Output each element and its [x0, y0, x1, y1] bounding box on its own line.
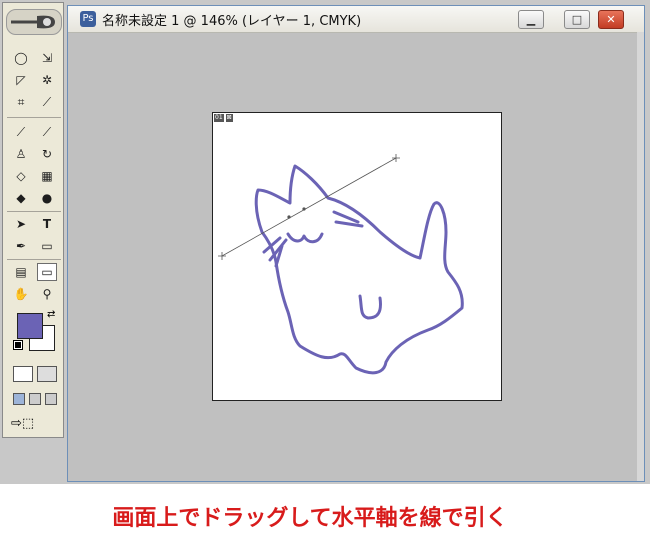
close-button[interactable]: ✕	[598, 10, 624, 29]
minimize-button[interactable]: ▁	[518, 10, 544, 29]
foreground-color-swatch[interactable]	[17, 313, 43, 339]
standard-mode-button[interactable]	[13, 366, 33, 382]
lasso-icon[interactable]: ◸	[11, 71, 31, 89]
toolbox-divider	[7, 117, 61, 118]
toolbox-header[interactable]	[6, 9, 62, 35]
window-title: 名称未設定 1 @ 146% (レイヤー 1, CMYK)	[102, 14, 362, 29]
path-select-icon[interactable]: ➤	[11, 215, 31, 233]
shape-icon[interactable]: ▭	[37, 237, 57, 255]
eraser-icon[interactable]: ◇	[11, 167, 31, 185]
toolbox-panel: ◯ ⇲ ◸ ✲ ⌗ ⟋ ⟋ ⟋ ♙ ↻ ◇ ▦ ◆ ● ➤ T ✒ ▭ ▤ ▭ …	[2, 2, 64, 438]
notes-icon[interactable]: ▤	[11, 263, 31, 281]
move-select-icon[interactable]: ⇲	[37, 49, 57, 67]
screen-mode-full-menu-button[interactable]	[29, 393, 41, 405]
gradient-icon[interactable]: ▦	[37, 167, 57, 185]
magic-wand-icon[interactable]: ✲	[37, 71, 57, 89]
window-right-border	[637, 32, 644, 481]
canvas-badge-close-icon: ⊠	[225, 114, 233, 122]
instruction-caption: 画面上でドラッグして水平軸を線で引く	[112, 506, 508, 531]
measure-icon[interactable]: ▭	[37, 263, 57, 281]
feather-logo-icon	[11, 15, 55, 29]
brush-icon[interactable]: ⟋	[37, 123, 57, 141]
swap-colors-icon[interactable]: ⇄	[47, 309, 55, 320]
default-colors-icon[interactable]	[13, 340, 23, 350]
canvas-badges: 01 ⊠	[214, 114, 233, 122]
toolbox-divider	[7, 211, 61, 212]
canvas-badge-number: 01	[214, 114, 224, 122]
bandage-icon[interactable]: ⟋	[11, 123, 31, 141]
window-titlebar[interactable]: Ps 名称未設定 1 @ 146% (レイヤー 1, CMYK) ▁ □ ✕	[68, 6, 644, 33]
blur-icon[interactable]: ◆	[11, 189, 31, 207]
pen-icon[interactable]: ✒	[11, 237, 31, 255]
stamp-icon[interactable]: ♙	[11, 145, 31, 163]
quickmask-mode-button[interactable]	[37, 366, 57, 382]
zoom-icon[interactable]: ⚲	[37, 285, 57, 303]
type-icon[interactable]: T	[37, 215, 57, 233]
photoshop-app-icon: Ps	[80, 11, 96, 27]
marquee-ellipse-icon[interactable]: ◯	[11, 49, 31, 67]
hand-icon[interactable]: ✋	[11, 285, 31, 303]
screen-mode-standard-button[interactable]	[13, 393, 25, 405]
jump-to-imageready-button[interactable]: ⇨⬚	[11, 416, 59, 434]
screen-mode-full-button[interactable]	[45, 393, 57, 405]
maximize-button[interactable]: □	[564, 10, 590, 29]
eyedropper-icon[interactable]: ⟋	[37, 93, 57, 111]
dodge-icon[interactable]: ●	[37, 189, 57, 207]
image-canvas[interactable]	[212, 112, 502, 401]
toolbox-divider	[7, 259, 61, 260]
history-brush-icon[interactable]: ↻	[37, 145, 57, 163]
crop-icon[interactable]: ⌗	[11, 93, 31, 111]
